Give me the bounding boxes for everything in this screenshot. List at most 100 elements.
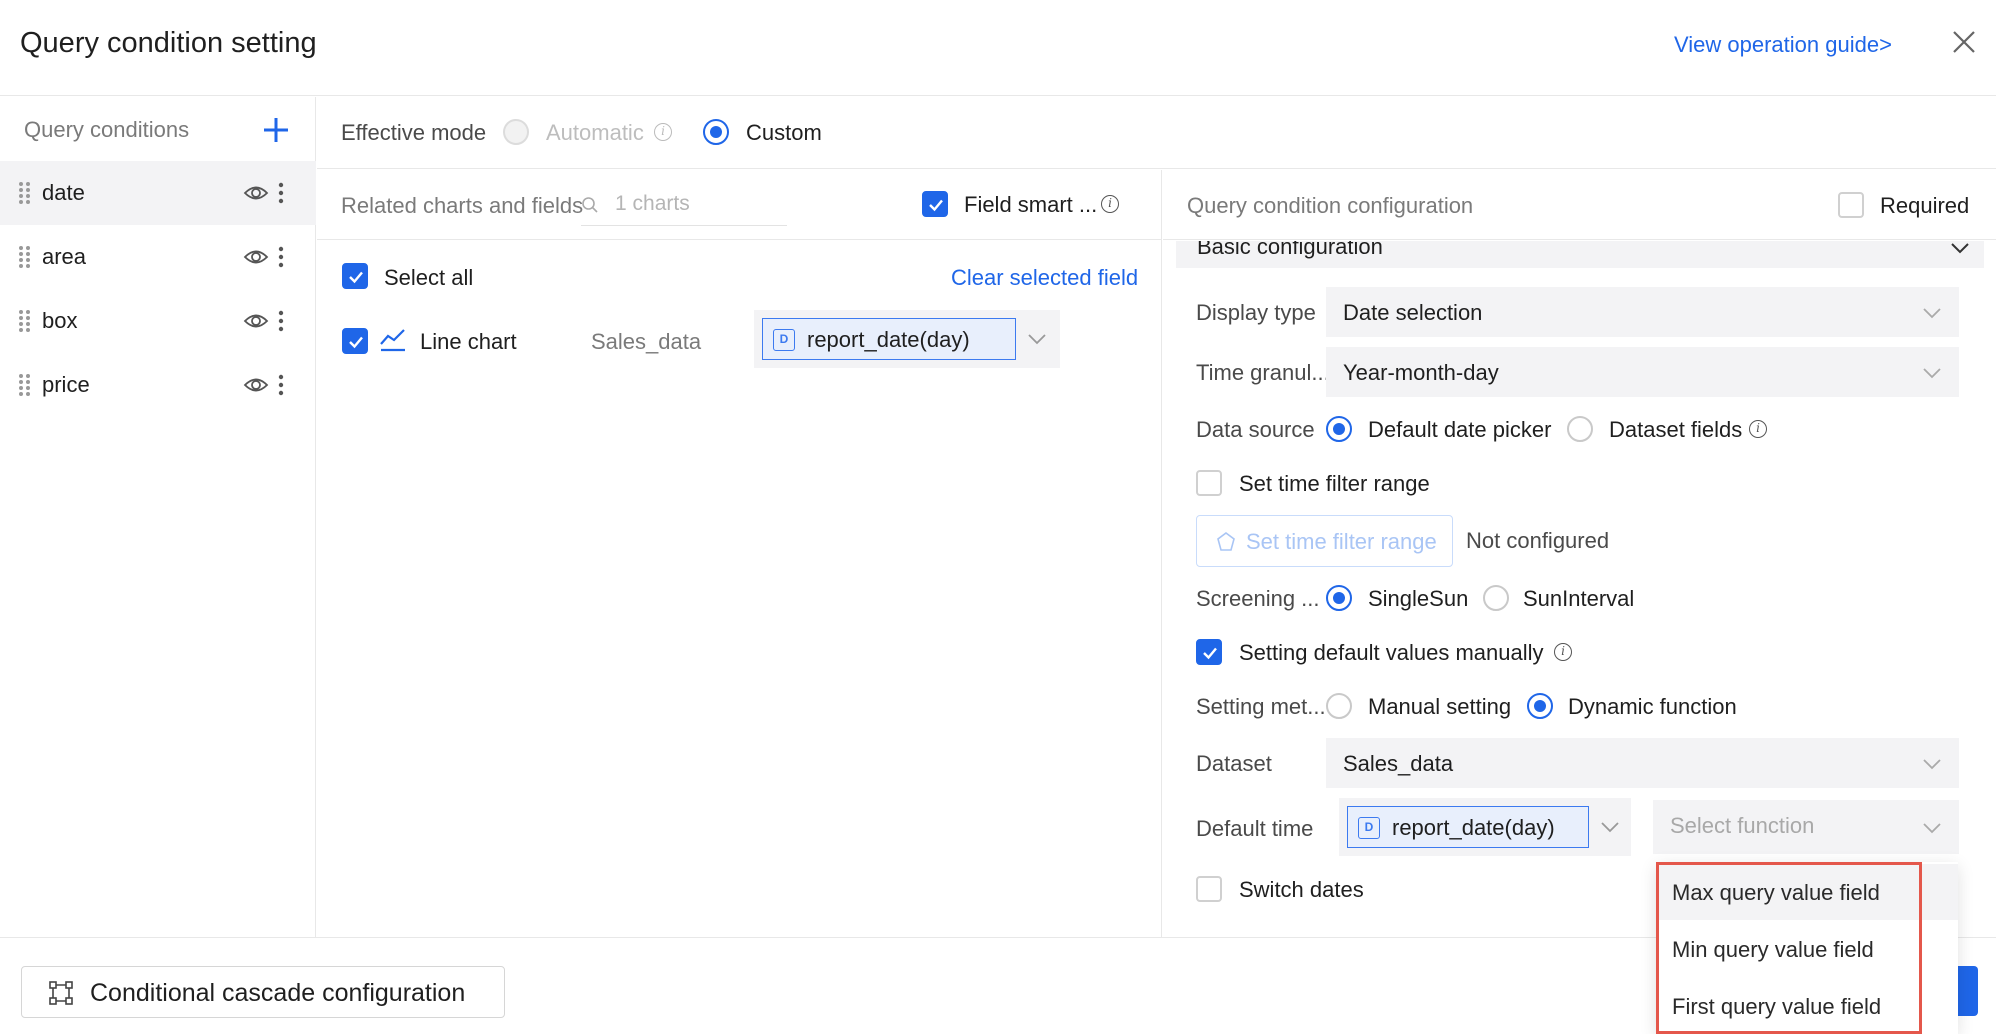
related-charts-panel: Related charts and fields 1 charts Field… [317, 170, 1162, 937]
set-time-filter-range-button-label: Set time filter range [1246, 529, 1437, 554]
singlesun-radio[interactable] [1326, 585, 1352, 611]
field-tag: D report_date(day) [762, 318, 1016, 360]
time-filter-range-checkbox[interactable] [1196, 470, 1222, 496]
display-type-select[interactable]: Date selection [1326, 287, 1959, 337]
suninterval-radio[interactable] [1483, 585, 1509, 611]
operation-guide-link[interactable]: View operation guide> [1674, 32, 1892, 58]
sidebar-title: Query conditions [24, 117, 190, 142]
chevron-down-icon [1028, 334, 1046, 345]
chart-dataset: Sales_data [591, 329, 702, 354]
switch-dates-checkbox[interactable] [1196, 876, 1222, 902]
drag-handle-icon[interactable] [18, 309, 32, 333]
set-time-filter-range-button[interactable]: Set time filter range [1196, 515, 1453, 567]
eye-icon[interactable] [243, 311, 269, 331]
select-function-dropdown[interactable]: Select function [1653, 800, 1959, 854]
effective-mode-bar: Effective mode Automatic i Custom [317, 97, 1996, 169]
default-date-picker-radio[interactable] [1326, 416, 1352, 442]
screening-label: Screening ... [1196, 586, 1320, 611]
charts-search-input[interactable]: 1 charts [581, 184, 787, 226]
condition-item-area[interactable]: area [0, 225, 316, 289]
chevron-down-icon [1923, 368, 1941, 379]
time-granularity-select[interactable]: Year-month-day [1326, 347, 1959, 397]
default-date-picker-label: Default date picker [1368, 417, 1552, 442]
chart-row-checkbox[interactable] [342, 328, 368, 354]
required-checkbox[interactable] [1838, 192, 1864, 218]
drag-handle-icon[interactable] [18, 373, 32, 397]
conditional-cascade-button[interactable]: Conditional cascade configuration [21, 966, 505, 1018]
data-source-label: Data source [1196, 417, 1315, 442]
dataset-fields-label: Dataset fields [1609, 417, 1743, 442]
dataset-select[interactable]: Sales_data [1326, 738, 1959, 788]
time-granularity-label: Time granul... [1196, 360, 1330, 385]
switch-dates-label: Switch dates [1239, 877, 1364, 902]
more-vertical-icon[interactable] [277, 373, 285, 397]
setting-method-label: Setting met... [1196, 694, 1326, 719]
effective-mode-label: Effective mode [341, 120, 487, 145]
more-vertical-icon[interactable] [277, 309, 285, 333]
eye-icon[interactable] [243, 375, 269, 395]
info-icon[interactable]: i [1749, 420, 1767, 438]
calendar-date-icon: D [773, 329, 795, 351]
time-filter-range-checkbox-label: Set time filter range [1239, 471, 1430, 496]
field-smart-label: Field smart ... [964, 192, 1098, 217]
dynamic-function-label: Dynamic function [1568, 694, 1737, 719]
search-icon [582, 197, 598, 213]
time-filter-status: Not configured [1466, 528, 1610, 553]
info-icon[interactable]: i [1554, 643, 1572, 661]
default-time-label: Default time [1196, 816, 1314, 841]
dataset-fields-radio[interactable] [1567, 416, 1593, 442]
default-values-manual-checkbox[interactable] [1196, 639, 1222, 665]
display-type-label: Display type [1196, 300, 1316, 325]
eye-icon[interactable] [243, 247, 269, 267]
more-vertical-icon[interactable] [277, 245, 285, 269]
config-panel-header: Query condition configuration Required [1163, 170, 1996, 240]
charts-panel-header: Related charts and fields 1 charts Field… [317, 170, 1162, 240]
chevron-down-icon [1923, 823, 1941, 834]
info-icon[interactable]: i [654, 123, 672, 141]
chevron-down-icon [1923, 759, 1941, 770]
automatic-label: Automatic [546, 120, 644, 145]
condition-item-price[interactable]: price [0, 353, 316, 417]
chart-field-select[interactable]: D report_date(day) [754, 310, 1060, 368]
dialog-header: Query condition setting View operation g… [0, 0, 1996, 96]
line-chart-icon [380, 329, 405, 352]
eye-icon[interactable] [243, 183, 269, 203]
custom-radio[interactable] [703, 119, 729, 145]
cascade-nodes-icon [49, 981, 73, 1005]
manual-setting-radio[interactable] [1326, 693, 1352, 719]
basic-configuration-section[interactable]: Basic configuration [1176, 241, 1984, 268]
select-all-checkbox[interactable] [342, 263, 368, 289]
default-time-field-select[interactable]: D report_date(day) [1339, 798, 1631, 856]
chart-row: Line chart Sales_data D report_date(day) [317, 308, 1162, 374]
section-title: Basic configuration [1197, 241, 1383, 259]
singlesun-label: SingleSun [1368, 586, 1469, 611]
config-panel-title: Query condition configuration [1187, 193, 1474, 218]
suninterval-label: SunInterval [1523, 586, 1635, 611]
field-tag: D report_date(day) [1347, 806, 1589, 848]
field-tag-label: report_date(day) [1392, 815, 1555, 840]
drag-handle-icon[interactable] [18, 245, 32, 269]
highlight-annotation-box [1656, 862, 1922, 1034]
required-label: Required [1880, 193, 1970, 218]
charts-search-placeholder: 1 charts [615, 192, 690, 215]
more-vertical-icon[interactable] [277, 181, 285, 205]
dynamic-function-radio[interactable] [1527, 693, 1553, 719]
field-smart-checkbox[interactable] [922, 191, 948, 217]
condition-label: price [42, 372, 90, 397]
automatic-radio[interactable] [503, 119, 529, 145]
condition-item-box[interactable]: box [0, 289, 316, 353]
close-icon[interactable] [1948, 26, 1980, 58]
chevron-down-icon [1601, 822, 1619, 833]
info-icon[interactable]: i [1101, 195, 1119, 213]
drag-handle-icon[interactable] [18, 181, 32, 205]
query-conditions-sidebar: Query conditions date area box price [0, 97, 316, 937]
dialog-title: Query condition setting [20, 27, 317, 59]
condition-label: area [42, 244, 87, 269]
funnel-icon [1217, 532, 1235, 551]
query-condition-config-panel: Query condition configuration Required B… [1163, 170, 1996, 937]
add-condition-plus-icon[interactable] [261, 115, 291, 145]
clear-selected-field-link[interactable]: Clear selected field [951, 265, 1138, 291]
select-function-placeholder: Select function [1670, 813, 1815, 838]
charts-panel-title: Related charts and fields [341, 193, 584, 218]
condition-item-date[interactable]: date [0, 161, 316, 225]
